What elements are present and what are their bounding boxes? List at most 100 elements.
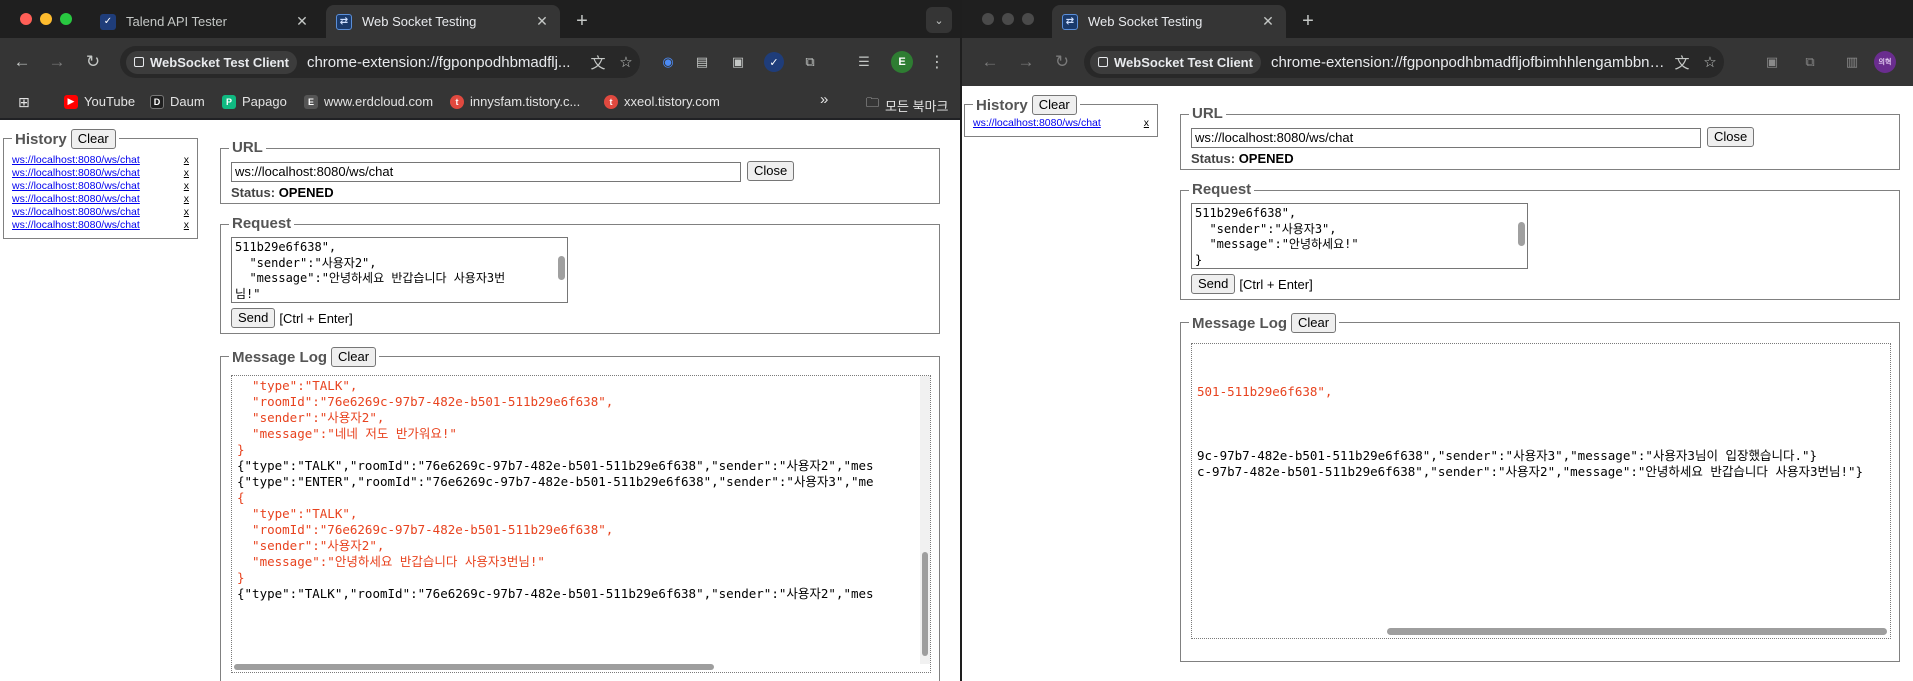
history-remove-link[interactable]: x: [184, 180, 189, 193]
minimize-window-button[interactable]: [40, 13, 52, 25]
history-remove-link[interactable]: x: [184, 154, 189, 167]
bookmark-star-icon[interactable]: ☆: [612, 53, 640, 71]
send-button[interactable]: Send: [231, 308, 276, 328]
forward-button[interactable]: →: [1014, 50, 1038, 74]
url-input[interactable]: ws://localhost:8080/ws/chat: [1191, 128, 1701, 148]
history-remove-link[interactable]: x: [184, 193, 189, 206]
request-textarea[interactable]: 511b29e6f638", "sender":"사용자3", "message…: [1191, 203, 1528, 269]
history-remove-link[interactable]: x: [184, 167, 189, 180]
log-line: {"type":"ENTER","roomId":"76e6269c-97b7-…: [237, 474, 874, 489]
back-button[interactable]: ←: [978, 50, 1002, 74]
extension-icon[interactable]: ◉: [658, 52, 678, 72]
history-link[interactable]: ws://localhost:8080/ws/chat: [12, 167, 140, 179]
close-tab-icon[interactable]: ✕: [534, 13, 550, 30]
message-log-legend: Message Log Clear: [1189, 313, 1340, 333]
more-menu-icon[interactable]: ⋮: [927, 52, 947, 72]
back-button[interactable]: ←: [10, 50, 34, 74]
bookmark-label: www.erdcloud.com: [324, 94, 434, 109]
extension-icon[interactable]: ▤: [692, 52, 712, 72]
reload-button[interactable]: ↻: [1050, 50, 1074, 74]
history-remove-link[interactable]: x: [1144, 117, 1149, 130]
tab-web-socket-testing[interactable]: ⇄ Web Socket Testing ✕: [326, 5, 560, 38]
close-window-button[interactable]: [20, 13, 32, 25]
reading-list-icon[interactable]: ☰: [854, 52, 874, 72]
history-link[interactable]: ws://localhost:8080/ws/chat: [12, 206, 140, 218]
history-item: ws://localhost:8080/ws/chat x: [12, 180, 189, 193]
url-input[interactable]: ws://localhost:8080/ws/chat: [231, 162, 741, 182]
bookmark-innysfam[interactable]: t innysfam.tistory.c...: [450, 94, 580, 109]
bookmark-papago[interactable]: P Papago: [222, 94, 287, 109]
history-link[interactable]: ws://localhost:8080/ws/chat: [12, 219, 140, 231]
tab-talend-api-tester[interactable]: ✓ Talend API Tester ✕: [90, 5, 320, 38]
message-log-clear-button[interactable]: Clear: [1291, 313, 1337, 333]
message-log-clear-button[interactable]: Clear: [331, 347, 377, 367]
bookmark-star-icon[interactable]: ☆: [1696, 53, 1724, 71]
reload-button[interactable]: ↻: [81, 50, 105, 74]
profile-avatar[interactable]: 의혁: [1874, 51, 1896, 73]
site-info-chip[interactable]: WebSocket Test Client: [1090, 50, 1261, 74]
tab-web-socket-testing[interactable]: ⇄ Web Socket Testing ✕: [1052, 5, 1286, 38]
sidebar-icon[interactable]: ▥: [1842, 52, 1862, 72]
apps-grid-icon[interactable]: ⊞: [18, 94, 30, 111]
folder-label: 모든 북마크: [885, 98, 949, 114]
request-textarea[interactable]: 511b29e6f638", "sender":"사용자2", "message…: [231, 237, 568, 303]
request-scrollbar[interactable]: [558, 256, 565, 280]
talend-extension-icon[interactable]: ✓: [764, 52, 784, 72]
tab-search-button[interactable]: ⌄: [926, 7, 952, 33]
bookmark-xxeol[interactable]: t xxeol.tistory.com: [604, 94, 720, 109]
request-text: 511b29e6f638", "sender":"사용자3", "message…: [1195, 206, 1359, 267]
extension-icon[interactable]: ▣: [1762, 52, 1782, 72]
address-bar[interactable]: WebSocket Test Client chrome-extension:/…: [1084, 46, 1724, 78]
maximize-window-button[interactable]: [1022, 13, 1034, 25]
close-window-button[interactable]: [982, 13, 994, 25]
websocket-icon: ⇄: [1062, 13, 1078, 30]
minimize-window-button[interactable]: [1002, 13, 1014, 25]
log-line: 501-511b29e6f638",: [1197, 384, 1333, 399]
extensions-puzzle-icon[interactable]: ⧉: [1800, 52, 1820, 72]
request-scrollbar[interactable]: [1518, 222, 1525, 246]
message-log[interactable]: {"type":"TALK","roomId":"76e6269c-97b7-4…: [231, 375, 931, 673]
new-tab-button[interactable]: +: [570, 9, 594, 33]
message-log[interactable]: c-97b7-482e-b501-511b29e6f638","sender":…: [1191, 343, 1891, 639]
history-remove-link[interactable]: x: [184, 206, 189, 219]
send-button[interactable]: Send: [1191, 274, 1236, 294]
history-link[interactable]: ws://localhost:8080/ws/chat: [12, 154, 140, 166]
bookmark-youtube[interactable]: ▶ YouTube: [64, 94, 135, 109]
address-bar[interactable]: WebSocket Test Client chrome-extension:/…: [120, 46, 640, 78]
talend-icon: ✓: [100, 13, 116, 30]
history-link[interactable]: ws://localhost:8080/ws/chat: [12, 193, 140, 205]
extension-icon[interactable]: ▣: [728, 52, 748, 72]
url-text[interactable]: chrome-extension://fgponpodhbmadfljofbim…: [1271, 54, 1668, 71]
url-text[interactable]: chrome-extension://fgponpodhbmadflj...: [307, 54, 584, 71]
log-line: "roomId":"76e6269c-97b7-482e-b501-511b29…: [237, 522, 614, 537]
log-vertical-scrollbar[interactable]: [920, 376, 930, 664]
close-connection-button[interactable]: Close: [747, 161, 795, 181]
bookmarks-overflow-chevron[interactable]: »: [820, 91, 828, 108]
extensions-puzzle-icon[interactable]: ⧉: [800, 52, 820, 72]
history-remove-link[interactable]: x: [184, 219, 189, 232]
translate-icon[interactable]: 文: [584, 52, 612, 73]
papago-icon: P: [222, 94, 236, 109]
history-link[interactable]: ws://localhost:8080/ws/chat: [12, 180, 140, 192]
all-bookmarks-folder[interactable]: 🗀 모든 북마크: [866, 94, 948, 116]
message-log-panel: Message Log Clear c-97b7-482e-b501-511b2…: [1180, 313, 1900, 662]
site-info-chip[interactable]: WebSocket Test Client: [126, 50, 297, 74]
url-title: URL: [1192, 105, 1223, 122]
profile-avatar[interactable]: E: [891, 51, 913, 73]
history-clear-button[interactable]: Clear: [70, 129, 116, 149]
log-vertical-scroll-thumb[interactable]: [922, 552, 928, 656]
log-horizontal-scroll-thumb[interactable]: [234, 664, 714, 670]
close-connection-button[interactable]: Close: [1707, 127, 1755, 147]
new-tab-button[interactable]: +: [1296, 9, 1320, 33]
forward-button[interactable]: →: [45, 50, 69, 74]
translate-icon[interactable]: 文: [1668, 52, 1696, 73]
bookmark-erdcloud[interactable]: Ewww.erdcloud.com: [304, 94, 433, 109]
history-clear-button[interactable]: Clear: [1031, 95, 1077, 115]
history-link[interactable]: ws://localhost:8080/ws/chat: [973, 117, 1101, 129]
close-tab-icon[interactable]: ✕: [294, 13, 310, 30]
maximize-window-button[interactable]: [60, 13, 72, 25]
close-tab-icon[interactable]: ✕: [1260, 13, 1276, 30]
log-horizontal-scroll-thumb[interactable]: [1387, 628, 1887, 635]
bookmark-daum[interactable]: D Daum: [150, 94, 205, 109]
erd-icon: E: [304, 94, 318, 109]
